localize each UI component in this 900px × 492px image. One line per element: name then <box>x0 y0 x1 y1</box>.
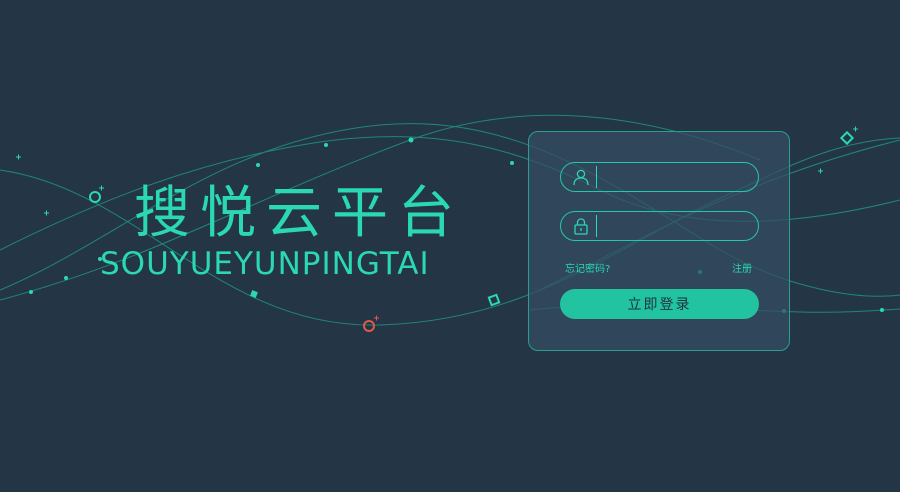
login-button[interactable]: 立即登录 <box>560 289 759 319</box>
brand-subtitle: SOUYUEYUNPINGTAI <box>100 246 430 282</box>
password-field[interactable] <box>560 211 775 241</box>
user-icon <box>572 167 590 187</box>
username-input[interactable] <box>596 166 775 188</box>
login-panel: 忘记密码? 注册 立即登录 <box>528 131 790 351</box>
lock-icon <box>572 216 590 236</box>
username-field[interactable] <box>560 162 775 192</box>
register-link[interactable]: 注册 <box>732 260 752 275</box>
forgot-password-link[interactable]: 忘记密码? <box>565 260 610 275</box>
password-input[interactable] <box>596 215 775 237</box>
brand-title: 搜悦云平台 <box>134 181 464 246</box>
